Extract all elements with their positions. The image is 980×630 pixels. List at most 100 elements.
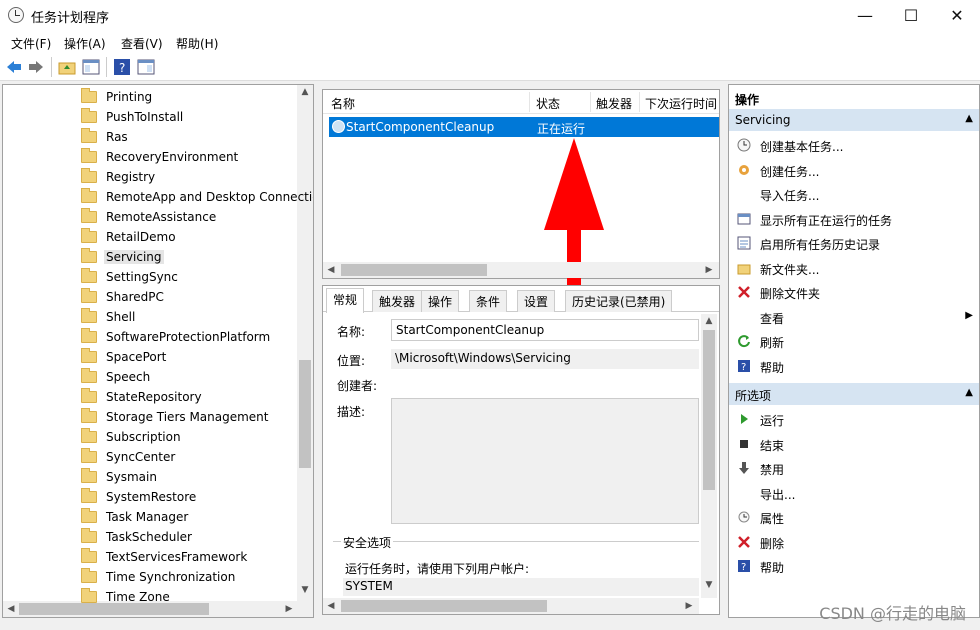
detail-horizontal-scrollbar[interactable]: ◀ ▶ (323, 598, 699, 614)
action-label: 导出... (760, 487, 796, 502)
action-item[interactable]: 删除文件夹 (729, 280, 979, 304)
disable-arrow-icon (739, 462, 749, 474)
show-hide-tree-icon[interactable] (82, 58, 100, 76)
table-row[interactable]: StartComponentCleanup 正在运行 (329, 117, 719, 137)
tree-item-label: SharedPC (106, 290, 164, 304)
folder-icon (81, 228, 97, 243)
scroll-right-icon[interactable]: ▶ (681, 601, 697, 611)
help-icon[interactable]: ? (113, 58, 131, 76)
folder-icon (81, 108, 97, 123)
tab-history[interactable]: 历史记录(已禁用) (565, 290, 673, 312)
svg-text:?: ? (119, 61, 125, 75)
scroll-up-icon[interactable]: ▲ (297, 87, 313, 97)
folder-icon (81, 348, 97, 363)
scroll-left-icon[interactable]: ◀ (3, 604, 19, 614)
menu-view[interactable]: 查看(V) (121, 35, 163, 52)
tab-triggers[interactable]: 触发器 (372, 290, 423, 312)
tree-item-label: Speech (106, 370, 151, 384)
action-item[interactable]: 导出... (729, 481, 979, 505)
collapse-icon[interactable]: ▲ (965, 387, 973, 398)
action-item[interactable]: 刷新 (729, 329, 979, 353)
tree-vertical-scrollbar[interactable]: ▲ ▼ (297, 85, 313, 601)
action-item[interactable]: 查看 ▶ (729, 305, 979, 329)
tree-item-label: SystemRestore (106, 490, 197, 504)
actions-pane: 操作 Servicing ▲ 所选项 ▲ 创建基本任务... 创建任务... 导入任… (728, 84, 980, 618)
back-arrow-icon[interactable] (5, 58, 23, 76)
menu-help[interactable]: 帮助(H) (176, 35, 218, 52)
tree-item-label: TaskScheduler (106, 530, 192, 544)
folder-icon (81, 488, 97, 503)
description-field[interactable] (391, 398, 699, 524)
scroll-up-icon[interactable]: ▲ (701, 316, 717, 326)
close-button[interactable]: ✕ (934, 0, 980, 31)
list-hscroll-thumb[interactable] (341, 264, 487, 276)
actions-group-selected[interactable]: 所选项 ▲ (729, 383, 979, 405)
list-horizontal-scrollbar[interactable]: ◀ ▶ (323, 262, 719, 278)
action-label: 属性 (760, 512, 785, 526)
maximize-button[interactable]: ☐ (888, 0, 934, 31)
scroll-down-icon[interactable]: ▼ (701, 580, 717, 590)
action-item[interactable]: ? 帮助 (729, 354, 979, 378)
tab-general[interactable]: 常规 (326, 288, 365, 313)
tree-item-label: RemoteAssistance (106, 210, 217, 224)
action-item[interactable]: 显示所有正在运行的任务 (729, 207, 979, 231)
action-item[interactable]: 启用所有任务历史记录 (729, 231, 979, 255)
name-label: 名称: (337, 325, 366, 339)
action-item[interactable]: 运行 (729, 407, 979, 431)
scroll-left-icon[interactable]: ◀ (323, 265, 339, 275)
svg-text:?: ? (741, 362, 746, 373)
folder-icon (81, 528, 97, 543)
action-item[interactable]: 新文件夹... (729, 256, 979, 280)
group-label: Servicing (735, 113, 791, 127)
folder-up-icon[interactable] (58, 58, 76, 76)
task-clock-icon (332, 120, 345, 133)
column-name[interactable]: 名称 (331, 95, 355, 112)
detail-hscroll-thumb[interactable] (341, 600, 547, 612)
tree-item-label: SyncCenter (106, 450, 176, 464)
collapse-icon[interactable]: ▲ (965, 113, 973, 124)
tab-settings[interactable]: 设置 (517, 290, 556, 312)
tab-actions[interactable]: 操作 (421, 290, 460, 312)
menu-action[interactable]: 操作(A) (64, 35, 106, 52)
column-status[interactable]: 状态 (536, 95, 560, 112)
folder-icon (81, 168, 97, 183)
action-label: 结束 (760, 438, 785, 453)
scroll-right-icon[interactable]: ▶ (281, 604, 297, 614)
history-icon (737, 236, 751, 250)
scroll-right-icon[interactable]: ▶ (701, 265, 717, 275)
action-label: 显示所有正在运行的任务 (760, 213, 893, 228)
scroll-down-icon[interactable]: ▼ (297, 585, 313, 595)
folder-icon (81, 288, 97, 303)
column-triggers[interactable]: 触发器 (596, 95, 632, 112)
action-label: 创建基本任务... (760, 140, 844, 154)
tab-conditions[interactable]: 条件 (469, 290, 508, 312)
tree-item-label: Subscription (106, 430, 181, 444)
help-icon: ? (738, 560, 750, 573)
action-item[interactable]: 结束 (729, 432, 979, 456)
folder-icon (81, 568, 97, 583)
tree-hscroll-thumb[interactable] (19, 603, 209, 615)
action-item[interactable]: 禁用 (729, 456, 979, 480)
svg-text:?: ? (741, 562, 746, 573)
running-tasks-icon (737, 213, 751, 224)
name-field[interactable]: StartComponentCleanup (391, 319, 699, 341)
action-item[interactable]: 创建基本任务... (729, 133, 979, 157)
actions-group-servicing[interactable]: Servicing ▲ (729, 109, 979, 131)
properties-icon[interactable] (137, 58, 155, 76)
forward-arrow-icon[interactable] (27, 58, 45, 76)
task-detail-pane: 常规 触发器 操作 条件 设置 历史记录(已禁用) 名称: StartCompo… (322, 285, 720, 615)
action-item[interactable]: 导入任务... (729, 182, 979, 206)
menu-file[interactable]: 文件(F) (11, 35, 51, 52)
action-item[interactable]: ? 帮助 (729, 554, 979, 578)
action-item[interactable]: 属性 (729, 505, 979, 529)
scroll-left-icon[interactable]: ◀ (323, 601, 339, 611)
action-item[interactable]: 删除 (729, 530, 979, 554)
tree-vscroll-thumb[interactable] (299, 360, 311, 468)
minimize-button[interactable]: — (842, 0, 888, 31)
folder-icon (81, 508, 97, 523)
action-item[interactable]: 创建任务... (729, 158, 979, 182)
title-bar: 任务计划程序 — ☐ ✕ (0, 0, 980, 31)
detail-vertical-scrollbar[interactable]: ▲ ▼ (701, 314, 717, 598)
column-next-run[interactable]: 下次运行时间 (645, 95, 717, 112)
detail-vscroll-thumb[interactable] (703, 330, 715, 490)
